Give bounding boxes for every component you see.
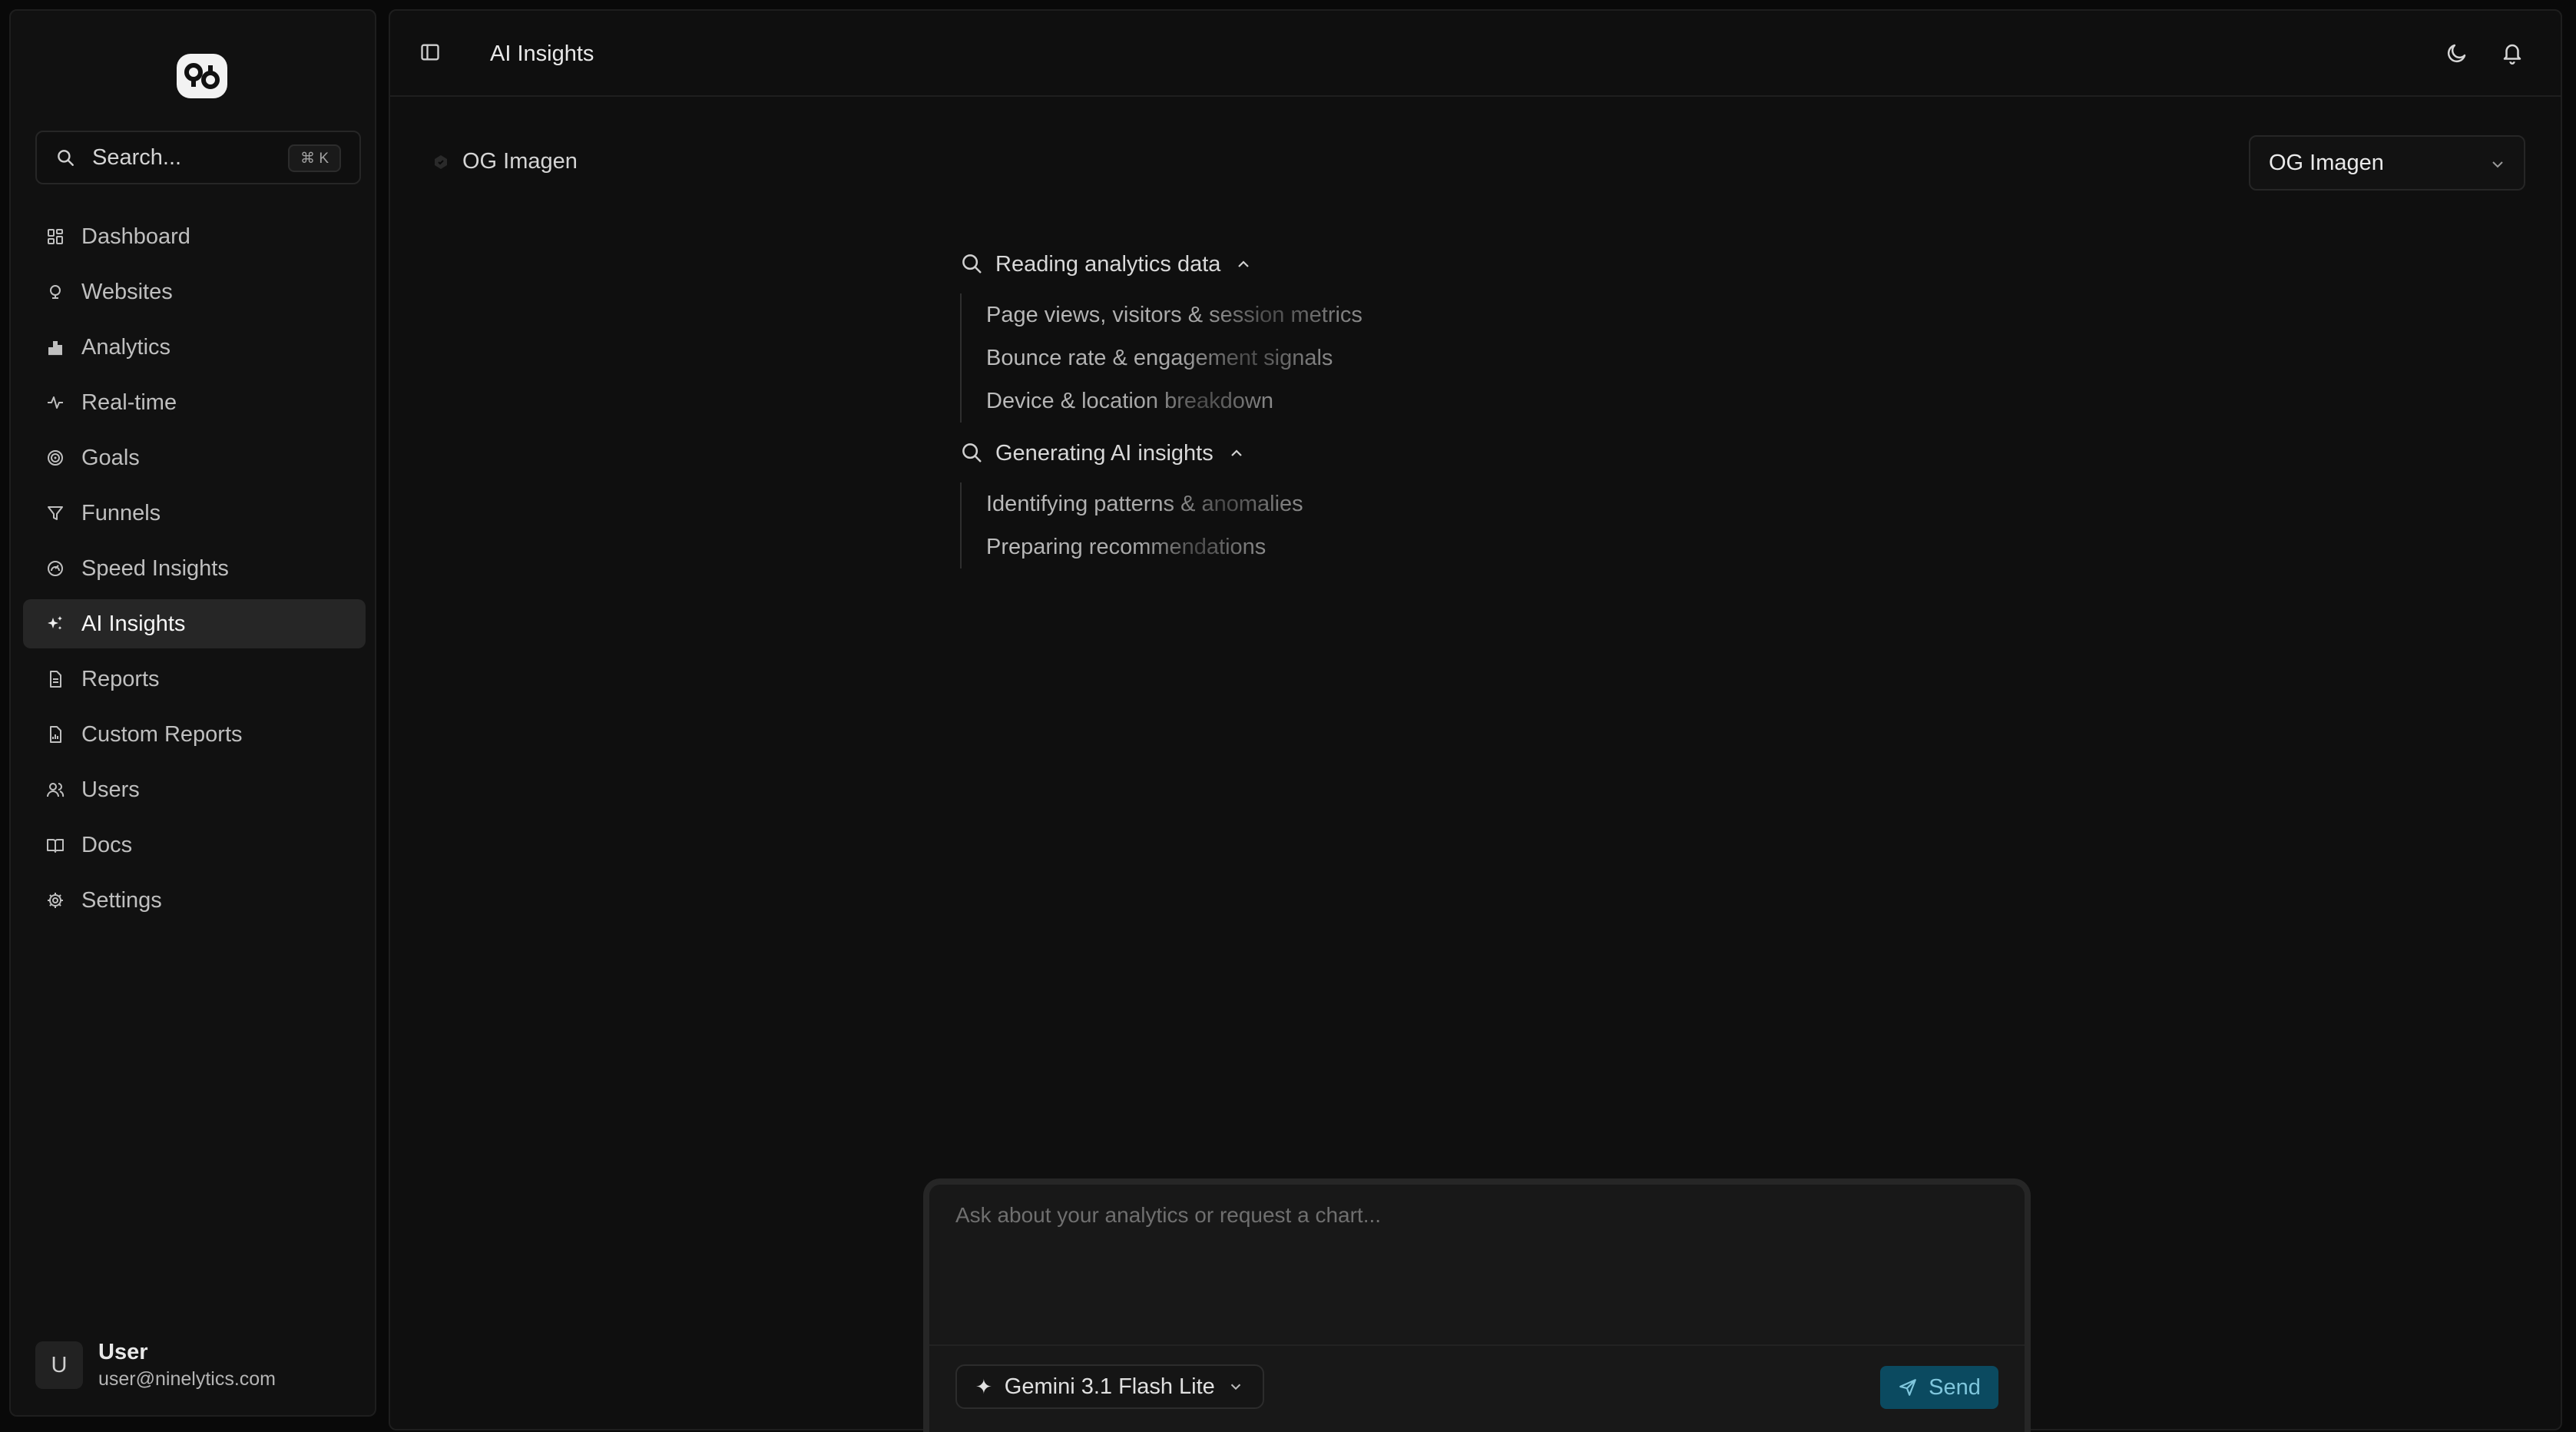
sidebar-item-label: Funnels [81,500,161,525]
sidebar-item-label: Docs [81,832,133,857]
step-header[interactable]: Generating AI insights [960,430,1498,476]
users-icon [45,779,66,801]
sidebar-item-websites[interactable]: Websites [23,267,366,317]
chat-input[interactable] [929,1185,2025,1346]
step-title: Reading analytics data [995,251,1221,277]
file-icon [45,668,66,690]
sidebar-item-label: Speed Insights [81,555,229,581]
step-item: Bounce rate & engagement signals [986,336,1333,380]
sidebar-item-label: AI Insights [81,611,186,636]
sidebar-item-docs[interactable]: Docs [23,820,366,870]
dashboard-icon [45,226,66,247]
file-chart-icon [45,724,66,745]
main-panel: AI Insights OG Imagen OG Imagen Reading … [389,9,2562,1432]
step-title: Generating AI insights [995,440,1214,466]
chat-composer: ✦ Gemini 3.1 Flash Lite Send [923,1178,2031,1432]
sidebar-item-funnels[interactable]: Funnels [23,489,366,538]
sidebar-item-users[interactable]: Users [23,765,366,814]
sidebar-item-analytics[interactable]: Analytics [23,323,366,372]
search-placeholder: Search... [92,144,182,170]
sidebar-toggle-icon[interactable] [419,41,441,63]
sidebar-item-settings[interactable]: Settings [23,876,366,925]
sidebar-nav: Dashboard Websites Analytics Real-time G… [23,212,366,931]
sidebar-item-label: Reports [81,666,160,691]
sidebar-item-label: Analytics [81,334,171,360]
funnel-icon [45,502,66,524]
sidebar-item-dashboard[interactable]: Dashboard [23,212,366,261]
site-favicon-icon [432,153,450,171]
site-select-value: OG Imagen [2269,150,2384,175]
step-item: Preparing recommendations [986,525,1266,568]
current-site: OG Imagen [432,149,578,174]
gauge-icon [45,558,66,579]
search-icon [960,252,985,277]
search-shortcut-badge: ⌘ K [288,144,341,172]
step-item: Page views, visitors & session metrics [986,293,1362,336]
chevron-up-icon [1227,444,1246,462]
chevron-up-icon [1234,255,1253,273]
globe-icon [45,281,66,303]
sidebar-item-ai-insights[interactable]: AI Insights [23,599,366,648]
sparkle-icon: ✦ [975,1374,992,1398]
analysis-progress: Reading analytics data Page views, visit… [960,241,1498,576]
sidebar-item-speed-insights[interactable]: Speed Insights [23,544,366,593]
step-items: Identifying patterns & anomalies Prepari… [960,482,1498,568]
sidebar-item-custom-reports[interactable]: Custom Reports [23,710,366,759]
app-frame: Search... ⌘ K Dashboard Websites Analyti… [0,0,2576,1432]
site-name: OG Imagen [462,149,578,174]
sidebar-item-label: Settings [81,887,162,913]
sidebar-item-label: Dashboard [81,224,190,249]
target-icon [45,447,66,469]
send-icon [1898,1377,1918,1397]
site-select[interactable]: OG Imagen [2249,135,2525,191]
book-icon [45,834,66,856]
user-profile[interactable]: U User user@ninelytics.com [35,1335,358,1395]
bell-icon[interactable] [2501,41,2524,65]
step-items: Page views, visitors & session metrics B… [960,293,1498,423]
sidebar-item-label: Real-time [81,389,177,415]
logo-icon [184,63,220,89]
sparkles-icon [45,613,66,635]
activity-icon [45,392,66,413]
sidebar: Search... ⌘ K Dashboard Websites Analyti… [9,9,376,1417]
sidebar-item-label: Custom Reports [81,721,243,747]
chevron-down-icon [1227,1378,1244,1395]
step-item: Device & location breakdown [986,380,1273,423]
sidebar-item-label: Goals [81,445,140,470]
user-info: User user@ninelytics.com [98,1340,276,1391]
send-label: Send [1929,1374,1981,1400]
send-button[interactable]: Send [1880,1366,1998,1409]
avatar: U [35,1341,83,1389]
step-item: Identifying patterns & anomalies [986,482,1303,525]
sidebar-item-goals[interactable]: Goals [23,433,366,482]
user-email: user@ninelytics.com [98,1368,276,1390]
sidebar-item-label: Users [81,777,140,802]
user-name: User [98,1340,148,1364]
top-bar: AI Insights [390,11,2561,97]
sidebar-item-realtime[interactable]: Real-time [23,378,366,427]
bar-chart-icon [45,336,66,358]
sidebar-item-reports[interactable]: Reports [23,655,366,704]
app-logo[interactable] [177,54,227,98]
search-icon [960,441,985,466]
search-input[interactable]: Search... ⌘ K [35,131,361,184]
model-name: Gemini 3.1 Flash Lite [1004,1374,1215,1399]
gear-icon [45,890,66,911]
model-select[interactable]: ✦ Gemini 3.1 Flash Lite [955,1364,1264,1409]
search-icon [58,150,74,166]
chevron-down-icon [2488,155,2507,174]
sidebar-item-label: Websites [81,279,173,304]
moon-icon[interactable] [2445,41,2468,65]
page-title: AI Insights [490,41,594,66]
step-header[interactable]: Reading analytics data [960,241,1498,287]
